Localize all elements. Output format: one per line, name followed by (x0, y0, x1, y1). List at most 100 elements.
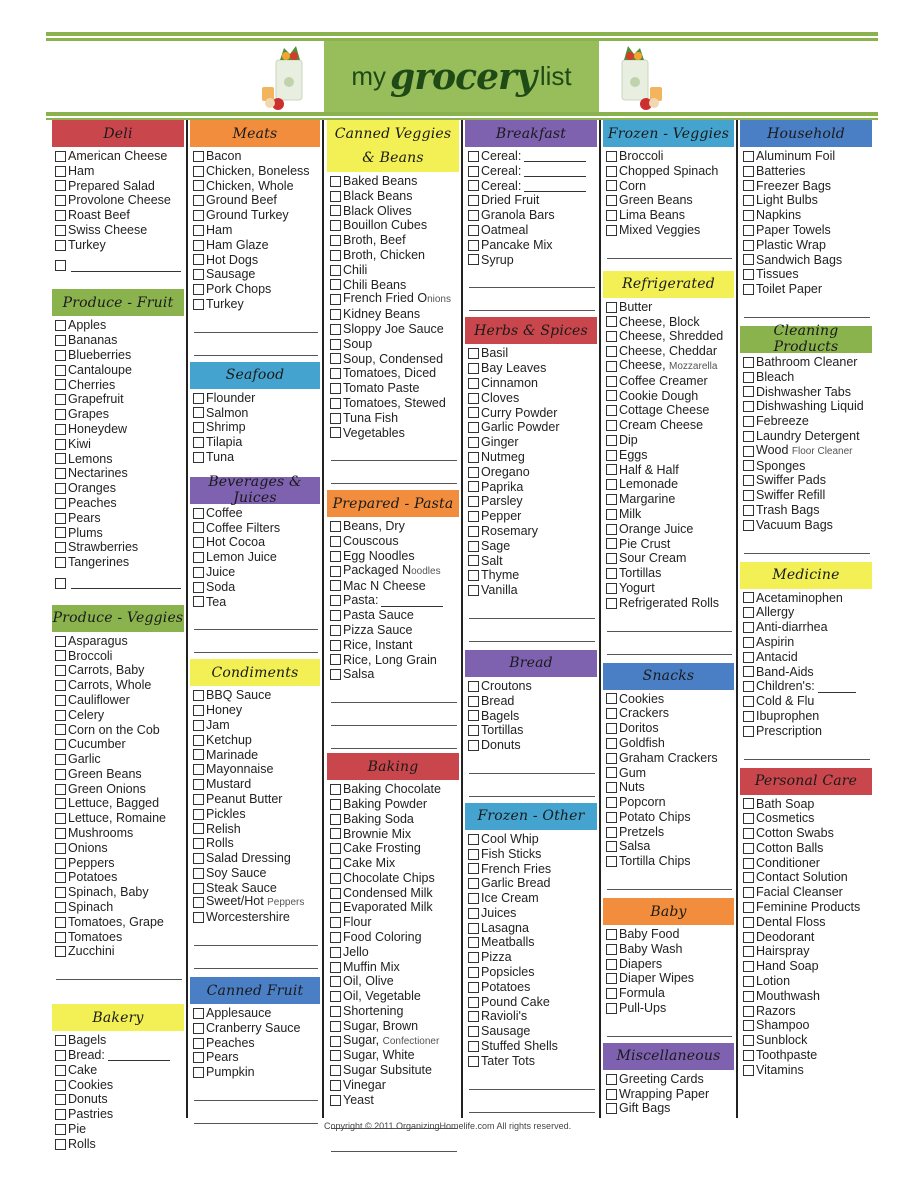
write-in-line[interactable] (331, 711, 457, 727)
checkbox[interactable] (330, 397, 341, 409)
list-item[interactable]: Nuts (606, 780, 734, 795)
list-item[interactable]: Ketchup (193, 733, 320, 748)
checkbox[interactable] (606, 568, 617, 580)
checkbox[interactable] (193, 298, 204, 310)
list-item[interactable]: Grapes (55, 407, 184, 422)
checkbox[interactable] (468, 680, 479, 692)
list-item[interactable]: Sloppy Joe Sauce (330, 322, 459, 337)
write-in-line[interactable] (469, 604, 595, 619)
list-item[interactable]: Broccoli (55, 649, 184, 664)
list-item[interactable]: Garlic Powder (468, 420, 597, 435)
checkbox[interactable] (606, 737, 617, 749)
checkbox[interactable] (330, 828, 341, 840)
list-item[interactable]: Steak Sauce (193, 881, 320, 896)
write-in-line[interactable] (381, 595, 444, 607)
list-item[interactable]: Lemons (55, 452, 184, 467)
checkbox[interactable] (468, 740, 479, 751)
list-item[interactable]: Cucumber (55, 737, 184, 752)
checkbox[interactable] (743, 416, 754, 428)
list-item[interactable]: Cereal: (468, 149, 597, 164)
list-item[interactable]: Fish Sticks (468, 847, 597, 862)
checkbox[interactable] (55, 1123, 66, 1135)
checkbox[interactable] (193, 150, 204, 162)
checkbox[interactable] (468, 348, 479, 360)
checkbox[interactable] (55, 1049, 66, 1061)
checkbox[interactable] (743, 961, 754, 973)
checkbox[interactable] (193, 749, 204, 761)
list-item[interactable]: Refrigerated Rolls (606, 596, 734, 611)
checkbox[interactable] (193, 254, 204, 266)
write-in-line[interactable] (524, 180, 587, 192)
list-item[interactable]: Kiwi (55, 437, 184, 452)
checkbox[interactable] (468, 922, 479, 934)
list-item[interactable]: Bath Soap (743, 797, 872, 812)
list-item[interactable]: Rolls (55, 1137, 184, 1152)
checkbox[interactable] (468, 585, 479, 597)
write-in-line[interactable] (469, 1098, 595, 1113)
checkbox[interactable] (193, 1037, 204, 1049)
checkbox[interactable] (55, 379, 66, 391)
checkbox[interactable] (606, 479, 617, 491)
checkbox[interactable] (606, 928, 617, 940)
checkbox[interactable] (330, 917, 341, 929)
checkbox[interactable] (55, 753, 66, 765)
list-item[interactable]: American Cheese (55, 149, 184, 164)
list-item[interactable]: Pretzels (606, 825, 734, 840)
list-item[interactable]: Turkey (55, 238, 184, 253)
list-item[interactable]: Lotion (743, 974, 872, 989)
checkbox[interactable] (330, 309, 341, 321)
checkbox[interactable] (55, 577, 66, 589)
list-item[interactable]: Syrup (468, 253, 597, 268)
checkbox[interactable] (468, 1055, 479, 1067)
list-item[interactable]: Deodorant (743, 930, 872, 945)
checkbox[interactable] (606, 958, 617, 970)
list-item[interactable]: Green Onions (55, 782, 184, 797)
checkbox[interactable] (330, 991, 341, 1003)
checkbox[interactable] (743, 710, 754, 722)
write-in-line[interactable] (817, 681, 856, 693)
checkbox[interactable] (743, 842, 754, 854)
checkbox[interactable] (606, 988, 617, 1000)
checkbox[interactable] (55, 394, 66, 406)
list-item[interactable]: Acetaminophen (743, 591, 872, 606)
checkbox[interactable] (606, 1073, 617, 1085)
list-item[interactable]: Flounder (193, 391, 320, 406)
list-item[interactable]: Granola Bars (468, 208, 597, 223)
list-item[interactable]: Ice Cream (468, 891, 597, 906)
checkbox[interactable] (743, 1035, 754, 1047)
list-item[interactable]: Soda (193, 580, 320, 595)
blank-list-item[interactable] (55, 576, 184, 591)
checkbox[interactable] (193, 392, 204, 404)
list-item[interactable]: Baking Soda (330, 812, 459, 827)
list-item[interactable]: Plastic Wrap (743, 238, 872, 253)
write-in-line[interactable] (744, 539, 870, 554)
write-in-line[interactable] (524, 150, 587, 163)
checkbox[interactable] (743, 210, 754, 222)
checkbox[interactable] (55, 195, 66, 207)
list-item[interactable]: Contact Solution (743, 870, 872, 885)
list-item[interactable]: Relish (193, 822, 320, 837)
checkbox[interactable] (193, 705, 204, 717)
list-item[interactable]: Donuts (468, 738, 597, 753)
list-item[interactable]: Pumpkin (193, 1065, 320, 1080)
checkbox[interactable] (743, 356, 754, 368)
write-in-line[interactable] (469, 782, 595, 797)
list-item[interactable]: Ginger (468, 435, 597, 450)
list-item[interactable]: Turkey (193, 297, 320, 312)
checkbox[interactable] (468, 996, 479, 1008)
list-item[interactable]: Green Beans (55, 767, 184, 782)
list-item[interactable]: Razors (743, 1004, 872, 1019)
checkbox[interactable] (193, 180, 204, 192)
checkbox[interactable] (330, 412, 341, 424)
list-item[interactable]: Ibuprophen (743, 709, 872, 724)
list-item[interactable]: Broccoli (606, 149, 734, 164)
list-item[interactable]: Worcestershire (193, 910, 320, 925)
checkbox[interactable] (193, 224, 204, 236)
checkbox[interactable] (330, 1020, 341, 1032)
checkbox[interactable] (193, 838, 204, 850)
list-item[interactable]: Blueberries (55, 348, 184, 363)
checkbox[interactable] (743, 150, 754, 162)
checkbox[interactable] (743, 696, 754, 707)
checkbox[interactable] (330, 235, 341, 247)
list-item[interactable]: Salt (468, 554, 597, 569)
